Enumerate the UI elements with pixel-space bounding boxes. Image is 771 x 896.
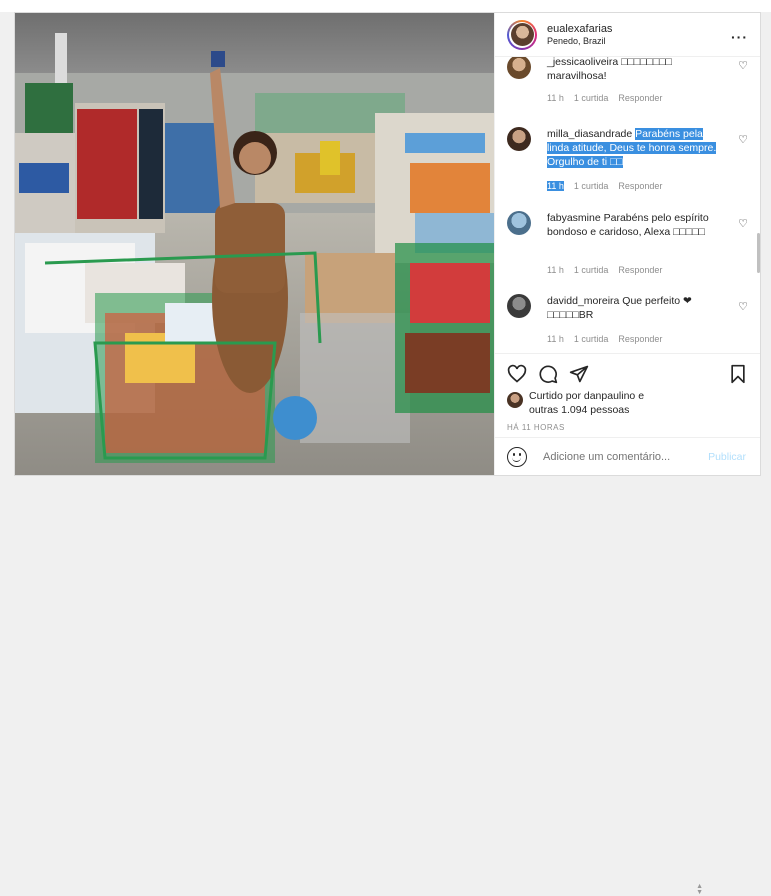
post-photo[interactable]	[15, 13, 494, 475]
like-comment-heart-icon[interactable]: ♡	[738, 133, 748, 146]
supermarket-photo	[15, 13, 494, 475]
comment-time[interactable]: 11 h	[547, 334, 564, 344]
comments-scrollbar[interactable]	[757, 233, 760, 273]
like-comment-heart-icon[interactable]: ♡	[738, 217, 748, 230]
comment-likes[interactable]: 1 curtida	[574, 265, 609, 275]
comment-username[interactable]: _jessicaoliveira	[547, 57, 618, 68]
author-username[interactable]: eualexafarias	[547, 23, 612, 36]
liker-avatar[interactable]	[507, 392, 523, 408]
more-horizontal-icon[interactable]: ···	[731, 29, 748, 45]
comment-time[interactable]: 11 h	[547, 181, 564, 191]
like-comment-heart-icon[interactable]: ♡	[738, 59, 748, 72]
comment-input[interactable]	[541, 450, 685, 464]
save-bookmark-icon[interactable]	[728, 364, 748, 384]
post-timestamp[interactable]: HÁ 11 HORAS	[507, 423, 565, 432]
post-sidebar: eualexafarias Penedo, Brazil ··· _jessic…	[494, 13, 760, 896]
post-location[interactable]: Penedo, Brazil	[547, 36, 612, 47]
comment-likes[interactable]: 1 curtida	[574, 334, 609, 344]
commenter-avatar[interactable]	[507, 57, 531, 79]
add-comment-bar: ▲▼ Publicar	[495, 437, 760, 896]
comment-reply-button[interactable]: Responder	[618, 93, 662, 103]
comment-time[interactable]: 11 h	[547, 93, 564, 103]
post-modal: eualexafarias Penedo, Brazil ··· _jessic…	[14, 12, 761, 896]
author-avatar[interactable]	[507, 19, 537, 50]
commenter-avatar[interactable]	[507, 127, 531, 151]
likes-summary: Curtido por danpaulino e outras 1.094 pe…	[507, 389, 748, 419]
like-heart-icon[interactable]	[507, 364, 527, 384]
emoji-icon[interactable]	[507, 447, 527, 467]
likes-others-link[interactable]: outras 1.094 pessoas	[529, 404, 629, 416]
comment-username[interactable]: fabyasmine	[547, 212, 601, 224]
like-comment-heart-icon[interactable]: ♡	[738, 300, 748, 313]
comment-time[interactable]: 11 h	[547, 265, 564, 275]
comment-bubble-icon[interactable]	[538, 364, 558, 384]
page-bottom-strip	[0, 476, 771, 483]
post-header: eualexafarias Penedo, Brazil ···	[495, 13, 760, 57]
commenter-avatar[interactable]	[507, 294, 531, 318]
comment-reply-button[interactable]: Responder	[618, 181, 662, 191]
commenter-avatar[interactable]	[507, 211, 531, 235]
liked-by-conjunction: e	[638, 390, 645, 402]
liker-username[interactable]: danpaulino	[584, 390, 635, 402]
comment-reply-button[interactable]: Responder	[618, 265, 662, 275]
avatar-photo	[510, 23, 534, 46]
comment-likes[interactable]: 1 curtida	[574, 181, 609, 191]
textarea-resize-icon: ▲ ▼	[696, 883, 703, 896]
liked-by-prefix: Curtido por	[529, 390, 581, 402]
comment-likes[interactable]: 1 curtida	[574, 93, 609, 103]
post-actions	[495, 353, 760, 394]
share-send-icon[interactable]	[569, 364, 589, 384]
comment-username[interactable]: davidd_moreira	[547, 295, 619, 307]
comment-reply-button[interactable]: Responder	[618, 334, 662, 344]
comments-list: _jessicaoliveira □□□□□□□□ maravilhosa! ♡…	[495, 57, 760, 353]
browser-top-strip	[0, 0, 771, 12]
publish-button[interactable]: Publicar	[708, 451, 746, 463]
comment-username[interactable]: milla_diasandrade	[547, 128, 632, 140]
